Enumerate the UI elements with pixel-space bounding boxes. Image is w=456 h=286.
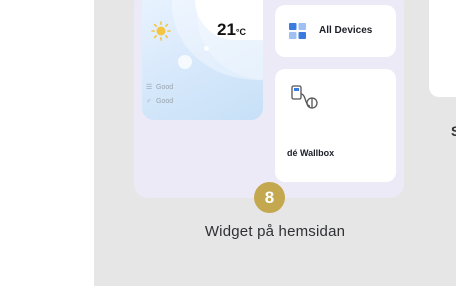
step-number-badge: 8: [254, 182, 285, 213]
status-row-air: ☰ Good: [146, 83, 173, 92]
next-step-caption: S: [451, 123, 456, 139]
status-air-label: Good: [156, 84, 174, 91]
wallbox-label: dé Wallbox: [287, 148, 335, 158]
weather-decor-dot: [178, 55, 192, 69]
temperature-value: 21: [217, 20, 236, 39]
temperature-readout: 21°C: [217, 20, 246, 42]
step-caption: Widget på hemsidan: [204, 223, 346, 240]
status-water-label: Good: [156, 98, 174, 105]
wallbox-charger-icon: [291, 85, 318, 109]
next-screenshot-card: [429, 0, 456, 97]
all-devices-label: All Devices: [319, 25, 373, 36]
temperature-unit: °C: [235, 27, 247, 37]
wind-icon: ☰: [146, 84, 153, 91]
status-row-water: ♂ Good: [146, 97, 173, 106]
devices-grid-icon: [289, 23, 306, 39]
weather-decor-dot: [204, 46, 209, 51]
tap-icon: ♂: [146, 98, 152, 105]
sun-icon: [151, 21, 171, 41]
